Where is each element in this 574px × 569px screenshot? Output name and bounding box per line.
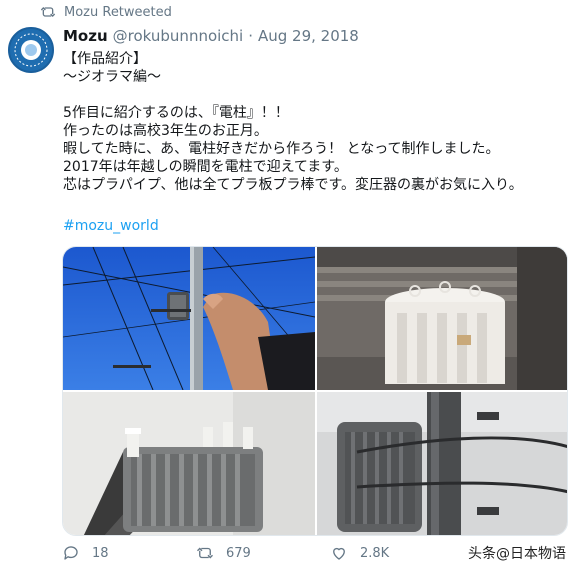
header-separator: · [248, 27, 253, 45]
watermark-text: 头条@日本物语 [468, 546, 566, 562]
reply-icon [62, 544, 80, 562]
like-count: 2.8K [360, 545, 390, 561]
tweet-line: 作ったのは高校3年生のお正月。 [63, 123, 268, 139]
reply-button[interactable]: 18 [62, 544, 196, 562]
retweet-button[interactable]: 679 [196, 544, 330, 562]
tweet-line: 〜ジオラマ編〜 [63, 69, 161, 85]
tweet-line: 5作目に紹介するのは、『電柱』！！ [63, 105, 289, 121]
like-button[interactable]: 2.8K [330, 544, 464, 562]
author-handle[interactable]: @rokubunnnoichi [113, 27, 244, 45]
tweet-line: 【作品紹介】 [63, 51, 147, 67]
heart-icon [330, 544, 348, 562]
avatar-logo-icon [11, 30, 51, 70]
tweet-line: 2017年は年越しの瞬間を電柱で迎えてます。 [63, 159, 348, 175]
photo-transformer-back[interactable] [317, 392, 567, 535]
tweet-line: 芯はプラパイプ、他は全てプラ板プラ棒です。変圧器の裏がお気に入り。 [63, 177, 523, 193]
retweet-count: 679 [226, 545, 251, 561]
retweeted-label: Mozu Retweeted [64, 4, 172, 20]
author-name[interactable]: Mozu [63, 27, 108, 45]
tweet-header: Mozu @rokubunnnoichi · Aug 29, 2018 [63, 25, 359, 47]
tweet-text: 【作品紹介】 〜ジオラマ編〜 5作目に紹介するのは、『電柱』！！ 作ったのは高校… [63, 50, 563, 194]
avatar[interactable] [8, 27, 54, 73]
retweet-icon [196, 544, 214, 562]
retweet-icon [40, 4, 56, 20]
retweeted-indicator[interactable]: Mozu Retweeted [40, 2, 172, 22]
reply-count: 18 [92, 545, 109, 561]
watermark: 头条@日本物语 [468, 543, 566, 563]
photo-transformer-grey[interactable] [63, 392, 315, 535]
tweet-line: 暇してた時に、あ、電柱好きだから作ろう！ となって制作しました。 [63, 141, 500, 157]
photo-pole-sky[interactable] [63, 247, 315, 390]
photo-transformer-white[interactable] [317, 247, 567, 390]
media-grid [62, 246, 568, 536]
tweet-date[interactable]: Aug 29, 2018 [258, 27, 359, 45]
hashtag-link[interactable]: #mozu_world [63, 218, 159, 234]
